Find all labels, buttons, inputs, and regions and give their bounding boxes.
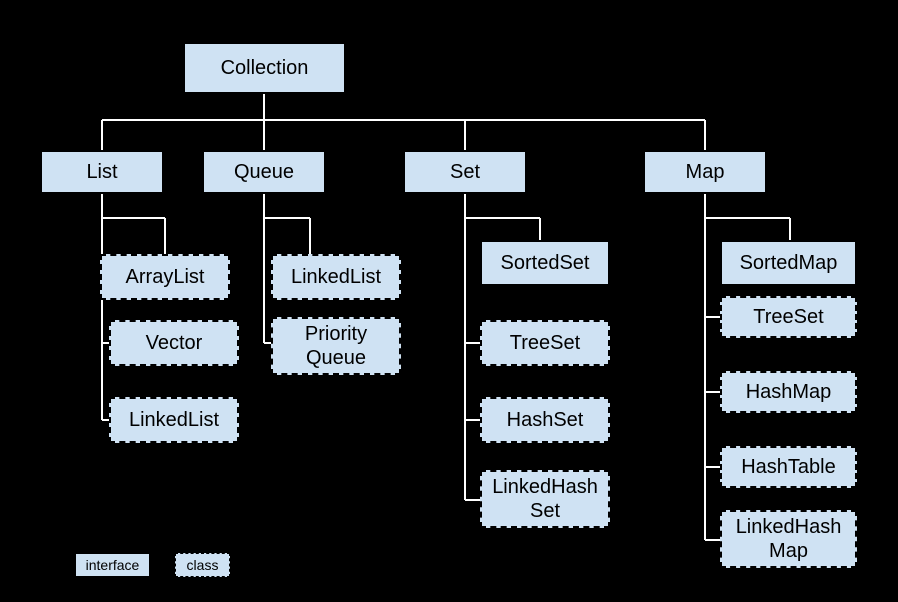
node-linkedlist-queue: LinkedList bbox=[271, 254, 401, 300]
node-label: LinkedList bbox=[129, 408, 219, 432]
node-set: Set bbox=[403, 150, 527, 194]
node-collection: Collection bbox=[183, 42, 346, 94]
node-hashtable: HashTable bbox=[720, 446, 857, 488]
node-label: LinkedList bbox=[291, 265, 381, 289]
node-label: Set bbox=[450, 160, 480, 184]
node-label: HashMap bbox=[746, 380, 832, 404]
node-label: Vector bbox=[146, 331, 203, 355]
node-label: Map bbox=[686, 160, 725, 184]
node-label: SortedSet bbox=[501, 251, 590, 275]
node-map: Map bbox=[643, 150, 767, 194]
node-label: LinkedHash Set bbox=[492, 475, 598, 523]
node-label: Priority Queue bbox=[305, 322, 367, 370]
node-queue: Queue bbox=[202, 150, 326, 194]
node-label: TreeSet bbox=[753, 305, 823, 329]
node-arraylist: ArrayList bbox=[100, 254, 230, 300]
node-label: LinkedHash Map bbox=[736, 515, 842, 563]
node-label: HashSet bbox=[507, 408, 584, 432]
node-treeset-map: TreeSet bbox=[720, 296, 857, 338]
node-sortedmap: SortedMap bbox=[720, 240, 857, 286]
node-list: List bbox=[40, 150, 164, 194]
node-sortedset: SortedSet bbox=[480, 240, 610, 286]
node-hashset: HashSet bbox=[480, 397, 610, 443]
legend-label: class bbox=[187, 557, 219, 573]
node-linkedlist-list: LinkedList bbox=[109, 397, 239, 443]
node-label: Collection bbox=[221, 56, 309, 80]
node-label: TreeSet bbox=[510, 331, 580, 355]
node-label: SortedMap bbox=[740, 251, 838, 275]
node-linkedhashmap: LinkedHash Map bbox=[720, 510, 857, 568]
node-linkedhashset: LinkedHash Set bbox=[480, 470, 610, 528]
node-label: Queue bbox=[234, 160, 294, 184]
node-treeset-set: TreeSet bbox=[480, 320, 610, 366]
node-priorityqueue: Priority Queue bbox=[271, 317, 401, 375]
node-label: HashTable bbox=[741, 455, 836, 479]
legend-interface: interface bbox=[75, 553, 150, 577]
node-hashmap: HashMap bbox=[720, 371, 857, 413]
node-label: List bbox=[86, 160, 117, 184]
legend-class: class bbox=[175, 553, 230, 577]
legend-label: interface bbox=[86, 557, 140, 573]
node-label: ArrayList bbox=[126, 265, 205, 289]
node-vector: Vector bbox=[109, 320, 239, 366]
